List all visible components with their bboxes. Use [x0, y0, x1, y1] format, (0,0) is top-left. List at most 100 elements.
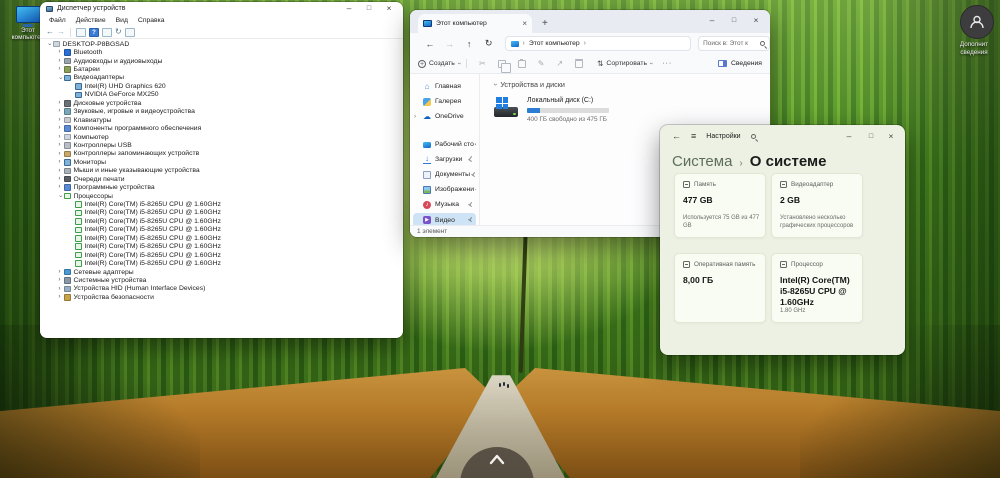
minimize-button[interactable]: – [702, 14, 722, 27]
minimize-button[interactable]: – [839, 130, 859, 143]
chevron-right-icon[interactable]: › [414, 114, 416, 120]
sidebar-item-onedrive[interactable]: › ☁ OneDrive [413, 109, 476, 124]
close-button[interactable]: × [379, 2, 399, 15]
tree-row[interactable]: › Системные устройства [42, 276, 401, 284]
tree-expander-icon[interactable]: › [56, 49, 63, 56]
tree-expander-icon[interactable]: › [56, 57, 63, 65]
tree-row[interactable]: › Контроллеры запоминающих устройств [42, 150, 401, 158]
help-icon[interactable]: ? [89, 27, 99, 37]
tree-row[interactable]: ›Intel(R) Core(TM) i5-8265U CPU @ 1.60GH… [42, 243, 401, 251]
dm-menu-item[interactable]: Справка [133, 17, 170, 24]
tree-row[interactable]: › Звуковые, игровые и видеоустройства [42, 108, 401, 116]
new-tab-button[interactable]: + [542, 14, 548, 33]
maximize-button[interactable]: □ [359, 2, 379, 15]
tree-row[interactable]: › Процессоры [42, 192, 401, 200]
list-icon[interactable] [102, 27, 112, 37]
tree-row[interactable]: › Устройства HID (Human Interface Devices… [42, 285, 401, 293]
sidebar-item-downloads[interactable]: ↓ Загрузки [413, 152, 476, 167]
tree-row[interactable]: ›Intel(R) Core(TM) i5-8265U CPU @ 1.60GH… [42, 259, 401, 267]
tree-expander-icon[interactable]: › [56, 159, 63, 166]
delete-icon[interactable] [575, 58, 584, 68]
tree-row[interactable]: › Дисковые устройства [42, 99, 401, 107]
tree-row[interactable]: › Компоненты программного обеспечения [42, 124, 401, 132]
sidebar-item-music[interactable]: ♪ Музыка [413, 197, 476, 212]
device-manager-titlebar[interactable]: Диспетчер устройств – □ × [40, 2, 403, 15]
forward-icon[interactable]: → [440, 39, 460, 49]
tree-expander-icon[interactable]: › [56, 285, 63, 293]
tree-row[interactable]: › Устройства безопасности [42, 293, 401, 301]
section-header-devices-and-drives[interactable]: › Устройства и диски [492, 80, 770, 89]
tree-row[interactable]: ›Intel(R) UHD Graphics 620 [42, 82, 401, 90]
tree-expander-icon[interactable]: › [56, 100, 63, 107]
more-options-icon[interactable]: ··· [662, 60, 672, 67]
sidebar-item-documents[interactable]: Документы [413, 167, 476, 182]
tree-expander-icon[interactable]: › [56, 167, 63, 175]
tree-row[interactable]: ›Intel(R) Core(TM) i5-8265U CPU @ 1.60GH… [42, 209, 401, 217]
tree-expander-icon[interactable]: › [56, 150, 63, 158]
tree-row[interactable]: › Мониторы [42, 158, 401, 166]
tree-row[interactable]: › Клавиатуры [42, 116, 401, 124]
tree-expander-icon[interactable]: › [56, 74, 64, 81]
details-pane-button[interactable]: Сведения [717, 60, 762, 67]
tree-expander-icon[interactable]: › [45, 41, 53, 48]
properties-icon[interactable] [76, 27, 86, 37]
tree-expander-icon[interactable]: › [56, 66, 63, 73]
forward-icon[interactable]: → [57, 28, 65, 36]
scan-hardware-icon[interactable]: ↻ [115, 28, 122, 36]
up-icon[interactable]: ↑ [459, 39, 479, 49]
close-button[interactable]: × [881, 130, 901, 143]
tree-expander-icon[interactable]: › [56, 184, 63, 191]
tree-row[interactable]: ›NVIDIA GeForce MX250 [42, 91, 401, 99]
sidebar-item-home[interactable]: ⌂ Главная [413, 79, 476, 94]
tree-row[interactable]: ›Intel(R) Core(TM) i5-8265U CPU @ 1.60GH… [42, 217, 401, 225]
tree-expander-icon[interactable]: › [56, 116, 63, 124]
address-bar[interactable]: › Этот компьютер › [504, 36, 692, 51]
tree-row[interactable]: › Очереди печати [42, 175, 401, 183]
tree-row[interactable]: › Аудиовходы и аудиовыходы [42, 57, 401, 65]
tree-expander-icon[interactable]: › [56, 268, 63, 276]
copy-icon[interactable] [497, 59, 511, 73]
search-icon[interactable] [760, 41, 765, 46]
tree-row[interactable]: › DESKTOP-P8BGSAD [42, 40, 401, 48]
maximize-button[interactable]: □ [724, 14, 744, 27]
back-icon[interactable]: ← [672, 131, 681, 141]
tree-row[interactable]: ›Intel(R) Core(TM) i5-8265U CPU @ 1.60GH… [42, 226, 401, 234]
tree-expander-icon[interactable]: › [56, 175, 63, 183]
tree-row[interactable]: ›Intel(R) Core(TM) i5-8265U CPU @ 1.60GH… [42, 234, 401, 242]
tree-row[interactable]: ›Intel(R) Core(TM) i5-8265U CPU @ 1.60GH… [42, 251, 401, 259]
tree-expander-icon[interactable]: › [56, 108, 63, 115]
sidebar-item-desktop[interactable]: Рабочий сто [413, 137, 476, 152]
dm-menu-item[interactable]: Действие [71, 17, 111, 24]
minimize-button[interactable]: – [339, 2, 359, 15]
tree-row[interactable]: › Сетевые адаптеры [42, 268, 401, 276]
tree-row[interactable]: › Видеоадаптеры [42, 74, 401, 82]
back-icon[interactable]: ← [420, 39, 440, 49]
tree-row[interactable]: › Компьютер [42, 133, 401, 141]
sort-button[interactable]: ⇅ Сортировать › [597, 59, 654, 68]
sidebar-item-gallery[interactable]: Галерея [413, 94, 476, 109]
back-icon[interactable]: ← [46, 28, 54, 36]
menu-icon[interactable]: ≡ [691, 131, 696, 141]
tree-expander-icon[interactable]: › [56, 294, 63, 301]
tree-expander-icon[interactable]: › [56, 142, 63, 149]
cut-icon[interactable]: ✂ [479, 59, 486, 68]
profile-button[interactable] [960, 5, 994, 39]
dm-menu-item[interactable]: Файл [44, 17, 71, 24]
paste-icon[interactable] [517, 58, 526, 68]
breadcrumb-system[interactable]: Система [672, 153, 732, 170]
close-button[interactable]: × [746, 14, 766, 27]
tree-expander-icon[interactable]: › [56, 277, 63, 284]
tab-close-icon[interactable]: × [522, 19, 527, 28]
search-icon[interactable] [750, 133, 756, 139]
explorer-tab[interactable]: Этот компьютер × [418, 14, 532, 33]
sidebar-item-pictures[interactable]: Изображени [413, 182, 476, 197]
tree-row[interactable]: › Батареи [42, 65, 401, 73]
share-icon[interactable]: ↗ [556, 59, 563, 68]
drive-item-c[interactable]: Локальный диск (C:) 400 ГБ свободно из 4… [494, 97, 770, 123]
tree-expander-icon[interactable]: › [56, 125, 63, 132]
tree-expander-icon[interactable]: › [56, 193, 64, 200]
tree-row[interactable]: › Bluetooth [42, 48, 401, 56]
maximize-button[interactable]: □ [861, 130, 881, 143]
computer-scan-icon[interactable] [124, 27, 135, 37]
address-crumb[interactable]: Этот компьютер [529, 40, 580, 47]
